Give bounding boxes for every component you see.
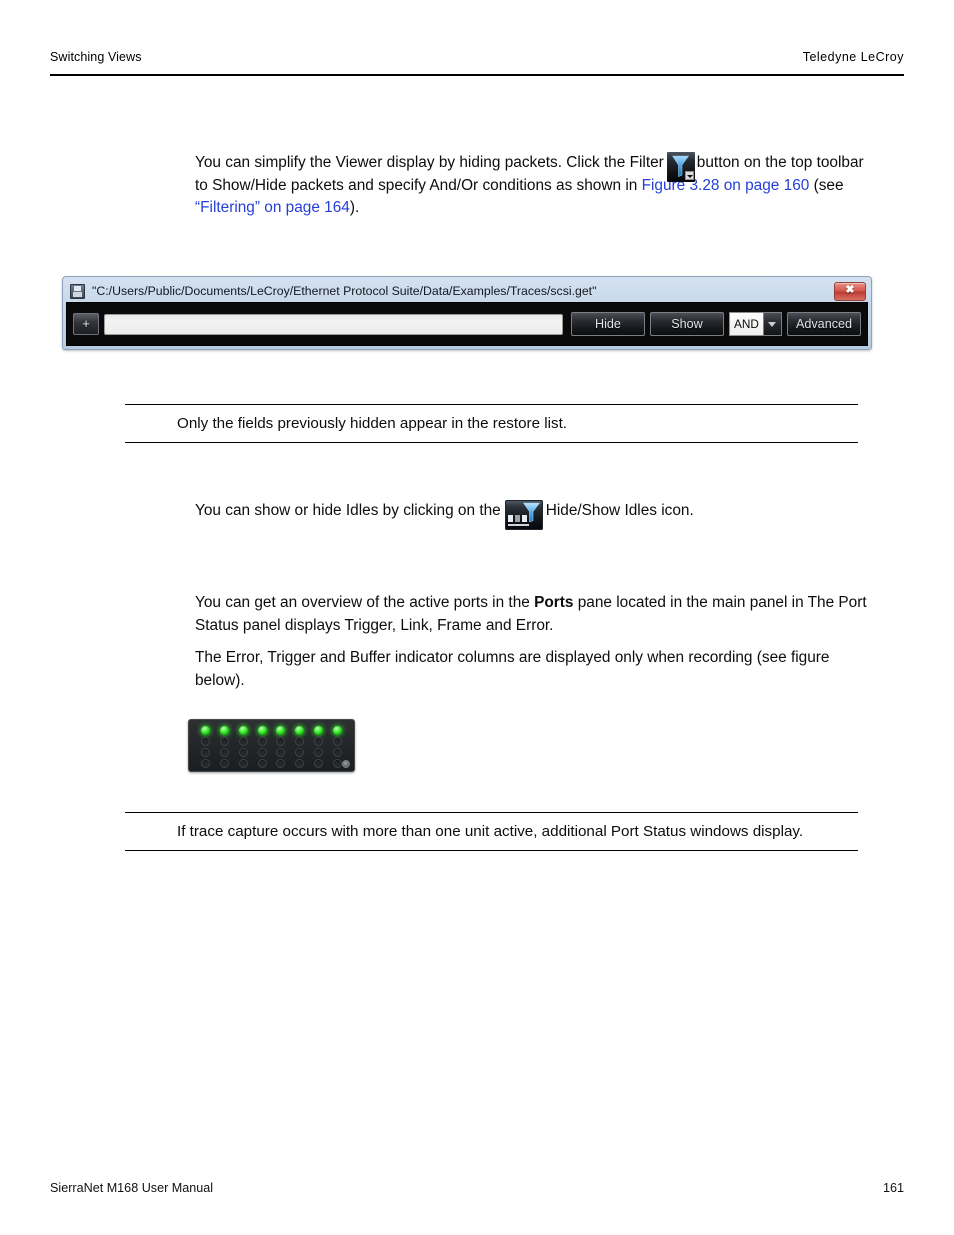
led-indicator	[333, 737, 343, 746]
led-indicator	[200, 759, 210, 768]
filter-icon	[666, 152, 695, 183]
dialog-title-text: "C:/Users/Public/Documents/LeCroy/Ethern…	[92, 284, 597, 298]
led-indicator	[276, 759, 286, 768]
led-indicator	[295, 748, 305, 757]
show-button[interactable]: Show	[649, 312, 724, 336]
paragraph-error-columns: The Error, Trigger and Buffer indicator …	[195, 647, 870, 692]
note-multiple-units-text: If trace capture occurs with more than o…	[177, 823, 804, 840]
led-indicator	[314, 737, 324, 746]
logic-operator-select[interactable]: AND	[728, 312, 782, 336]
led-grid	[196, 725, 347, 769]
led-indicator	[238, 726, 248, 735]
ports-text-1: You can get an overview of the active po…	[195, 594, 530, 611]
led-indicator	[200, 737, 210, 746]
led-indicator	[257, 759, 267, 768]
led-indicator	[295, 726, 305, 735]
led-indicator	[200, 726, 210, 735]
idles-text-1: You can show or hide Idles by clicking o…	[195, 502, 501, 519]
led-indicator	[238, 748, 248, 757]
link-filtering-page-164[interactable]: “Filtering” on page 164	[195, 199, 350, 216]
port-status-panel	[188, 719, 355, 772]
led-indicator	[295, 737, 305, 746]
filter-toolbar: + Hide Show AND Advanced	[66, 302, 868, 346]
led-indicator	[333, 748, 343, 757]
led-indicator	[200, 748, 210, 757]
led-indicator	[276, 748, 286, 757]
led-indicator	[238, 759, 248, 768]
led-indicator	[276, 726, 286, 735]
note-restore-list-text: Only the fields previously hidden appear…	[177, 415, 568, 432]
led-indicator	[314, 748, 324, 757]
paragraph-ports-overview: You can get an overview of the active po…	[195, 592, 870, 637]
hide-show-idles-icon	[504, 500, 543, 531]
chevron-down-icon[interactable]	[762, 312, 782, 336]
filter-dropdown-caret	[684, 171, 694, 181]
header-company-name: Teledyne LeCroy	[802, 50, 904, 64]
led-indicator	[276, 737, 286, 746]
led-indicator	[314, 726, 324, 735]
led-indicator	[219, 748, 229, 757]
note-restore-list: Only the fields previously hidden appear…	[125, 404, 858, 443]
filter-intro-text-1: You can simplify the Viewer display by h…	[195, 154, 664, 171]
filter-expression-input[interactable]	[104, 313, 563, 335]
hide-button[interactable]: Hide	[570, 312, 645, 336]
close-paren-text: ).	[349, 199, 360, 217]
paragraph-filter-intro: You can simplify the Viewer display by h…	[195, 152, 870, 220]
footer-manual-title: SierraNet M168 User Manual	[50, 1181, 214, 1195]
note-multiple-units: If trace capture occurs with more than o…	[125, 812, 858, 851]
ports-bold-label: Ports	[534, 594, 574, 611]
page-header: Switching Views Teledyne LeCroy	[50, 50, 904, 74]
led-indicator	[257, 748, 267, 757]
footer-page-number: 161	[882, 1181, 904, 1195]
close-icon-glyph: ✖	[845, 283, 855, 296]
header-section-title: Switching Views	[50, 50, 142, 64]
led-indicator	[333, 759, 343, 768]
led-indicator	[314, 759, 324, 768]
led-indicator	[238, 737, 248, 746]
document-page: Switching Views Teledyne LeCroy You can …	[0, 0, 954, 1235]
idles-text-2: Hide/Show Idles icon.	[545, 502, 694, 519]
add-filter-button[interactable]: +	[73, 313, 99, 335]
advanced-button[interactable]: Advanced	[786, 312, 861, 336]
led-indicator	[219, 759, 229, 768]
packet-blocks-icon	[507, 515, 529, 527]
close-icon[interactable]: ✖	[834, 281, 866, 301]
page-footer: SierraNet M168 User Manual 161	[50, 1181, 904, 1195]
led-indicator	[257, 726, 267, 735]
dialog-titlebar: "C:/Users/Public/Documents/LeCroy/Ethern…	[66, 280, 868, 302]
see-text: (see	[813, 176, 844, 194]
header-divider-rule	[50, 74, 904, 76]
paragraph-hide-show-idles: You can show or hide Idles by clicking o…	[195, 500, 870, 531]
led-indicator	[219, 737, 229, 746]
led-indicator	[219, 726, 229, 735]
led-indicator	[333, 726, 343, 735]
error-columns-text: The Error, Trigger and Buffer indicator …	[195, 649, 830, 689]
resize-grip-icon[interactable]	[342, 760, 350, 768]
led-indicator	[257, 737, 267, 746]
save-floppy-icon	[70, 283, 85, 299]
filter-dialog-window[interactable]: "C:/Users/Public/Documents/LeCroy/Ethern…	[62, 276, 872, 350]
logic-operator-value: AND	[728, 312, 763, 336]
led-indicator	[295, 759, 305, 768]
